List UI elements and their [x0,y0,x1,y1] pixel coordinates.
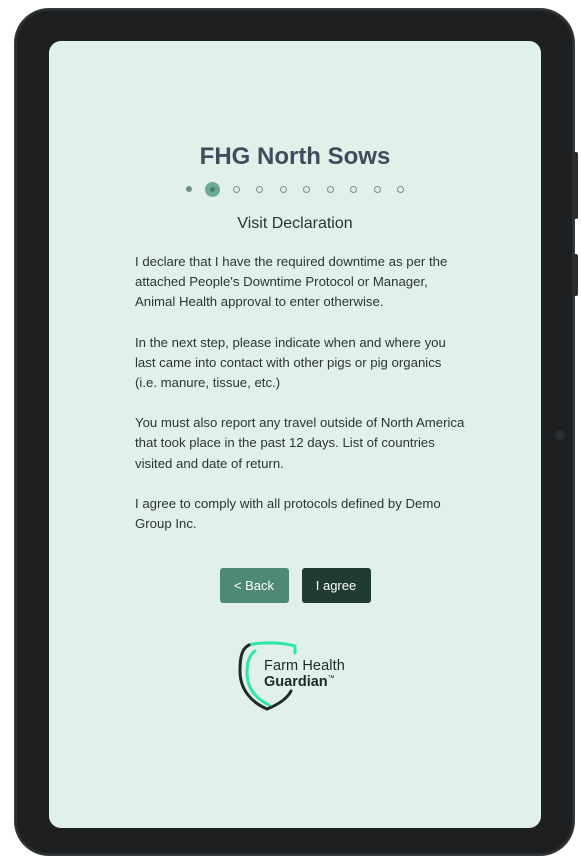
step-dot-pending [248,181,272,197]
tablet-frame: FHG North Sows Visit Declaration I decla… [15,9,578,855]
step-dot-pending [295,181,319,197]
step-dot-current [201,181,225,197]
camera-icon [555,430,565,440]
step-dot-pending [366,181,390,197]
step-dot-pending [272,181,296,197]
agree-button[interactable]: I agree [301,568,371,603]
trademark-mark: ™ [327,675,335,683]
brand-logo: Farm Health Guardian™ [235,641,365,713]
step-dot-completed [178,181,202,197]
step-dot-pending [389,181,413,197]
power-button [574,254,578,296]
back-button[interactable]: < Back [219,568,289,603]
page-title: FHG North Sows [199,143,391,170]
app-screen: FHG North Sows Visit Declaration I decla… [49,41,541,828]
step-dot-pending [319,181,343,197]
brand-line1: Farm Health [264,658,345,674]
step-indicator [49,181,541,197]
section-heading: Visit Declaration [237,215,353,232]
declaration-paragraph: I agree to comply with all protocols def… [135,495,441,532]
declaration-paragraph: I declare that I have the required downt… [135,254,448,310]
brand-line2: Guardian™ [264,674,345,690]
declaration-paragraph: You must also report any travel outside … [135,415,465,471]
volume-button [574,152,578,219]
declaration-paragraph: In the next step, please indicate when a… [135,334,446,391]
step-dot-pending [225,181,249,197]
declaration-text: I declare that I have the required downt… [135,252,465,554]
brand-wordmark: Farm Health Guardian™ [264,658,345,690]
brand-name: Guardian [264,674,328,690]
action-bar: < Back I agree [49,568,541,603]
step-dot-pending [342,181,366,197]
